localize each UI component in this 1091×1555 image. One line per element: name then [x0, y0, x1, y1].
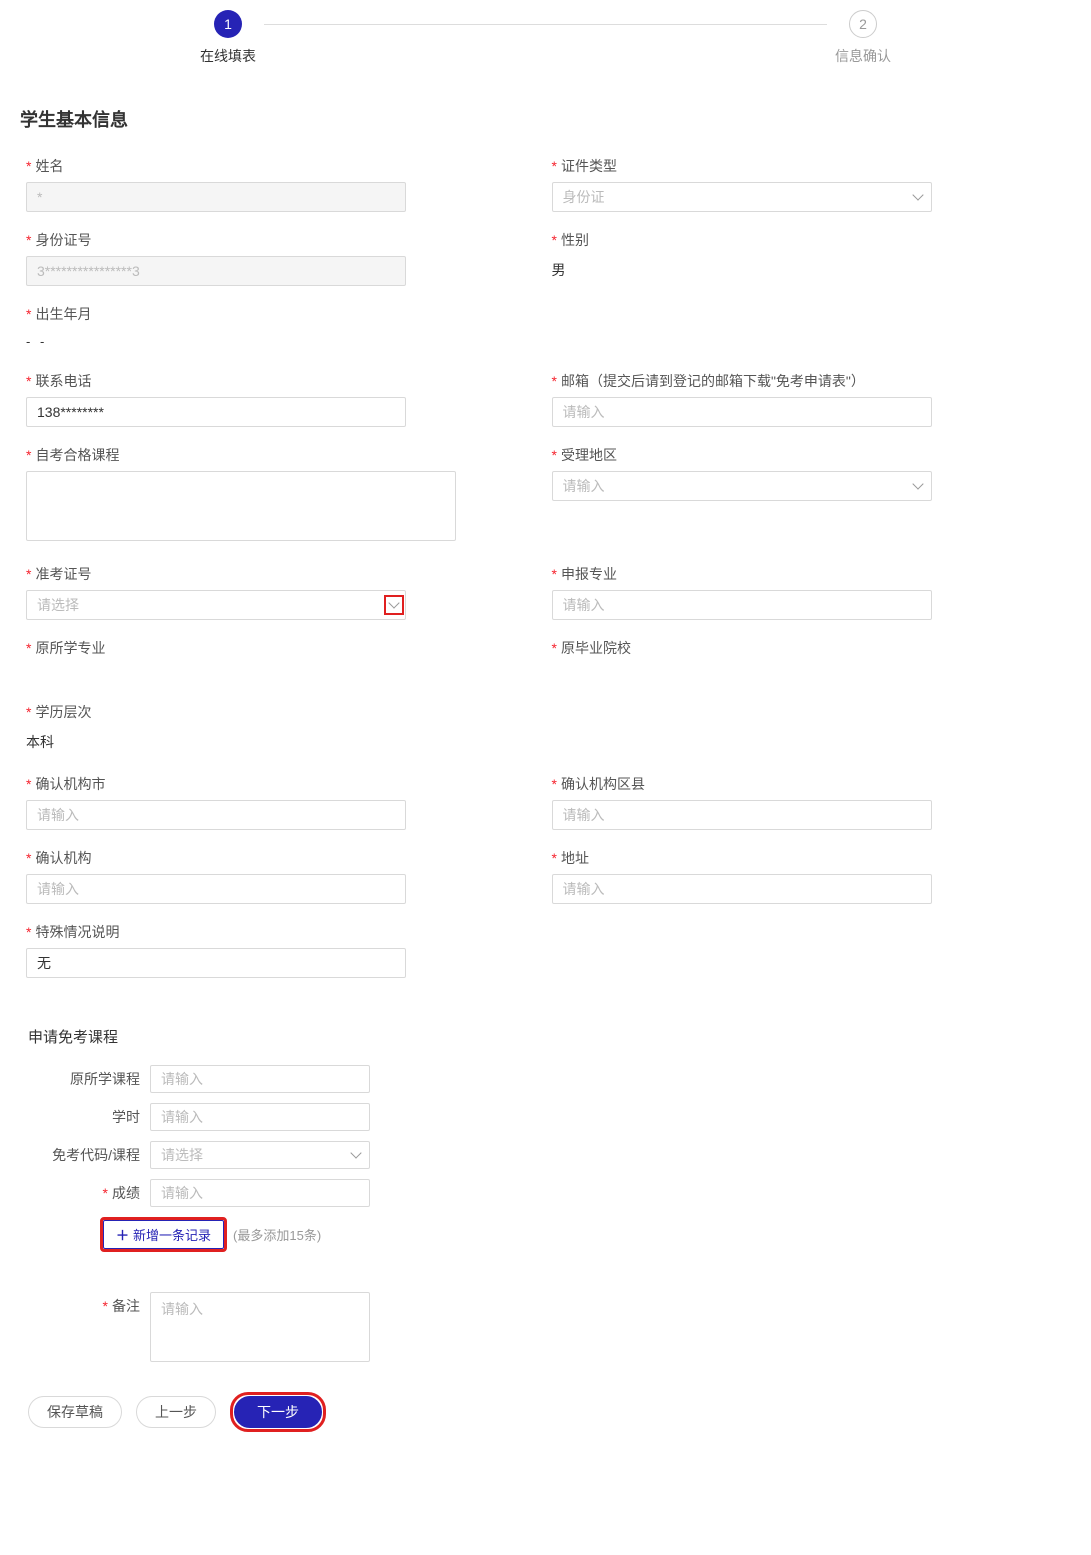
- dob-value: - -: [26, 330, 406, 353]
- confirm-city-label: 确认机构市: [26, 774, 540, 794]
- email-input[interactable]: [552, 397, 932, 427]
- score-label: 成绩: [20, 1183, 150, 1203]
- gender-value: 男: [552, 256, 1066, 284]
- phone-input[interactable]: [26, 397, 406, 427]
- orig-course-label: 原所学课程: [20, 1069, 150, 1089]
- step-2: 2 信息确认: [835, 10, 891, 66]
- address-input[interactable]: [552, 874, 932, 904]
- step-2-circle: 2: [849, 10, 877, 38]
- step-1-label: 在线填表: [200, 46, 256, 66]
- hours-input[interactable]: [150, 1103, 370, 1131]
- add-record-label: 新增一条记录: [133, 1225, 211, 1244]
- steps-bar: 1 在线填表 2 信息确认: [20, 10, 1071, 66]
- ticket-label: 准考证号: [26, 564, 540, 584]
- cert-type-select[interactable]: [552, 182, 932, 212]
- add-limit-text: (最多添加15条): [233, 1225, 321, 1244]
- step-1-circle: 1: [214, 10, 242, 38]
- special-input[interactable]: [26, 948, 406, 978]
- phone-label: 联系电话: [26, 371, 540, 391]
- gender-label: 性别: [552, 230, 1066, 250]
- prev-step-button[interactable]: 上一步: [136, 1396, 216, 1428]
- exempt-code-label: 免考代码/课程: [20, 1145, 150, 1165]
- special-label: 特殊情况说明: [26, 922, 540, 942]
- exempt-code-select[interactable]: [150, 1141, 370, 1169]
- ticket-select[interactable]: [26, 590, 406, 620]
- confirm-org-label: 确认机构: [26, 848, 540, 868]
- dob-label: 出生年月: [26, 304, 540, 324]
- orig-course-input[interactable]: [150, 1065, 370, 1093]
- edu-level-value: 本科: [26, 728, 540, 756]
- apply-major-label: 申报专业: [552, 564, 1066, 584]
- address-label: 地址: [552, 848, 1066, 868]
- apply-major-input[interactable]: [552, 590, 932, 620]
- save-draft-button[interactable]: 保存草稿: [28, 1396, 122, 1428]
- hours-label: 学时: [20, 1107, 150, 1127]
- course-section-title: 申请免考课程: [20, 1026, 1071, 1047]
- next-step-button[interactable]: 下一步: [234, 1396, 322, 1428]
- step-2-label: 信息确认: [835, 46, 891, 66]
- region-select[interactable]: [552, 471, 932, 501]
- name-input: [26, 182, 406, 212]
- cert-type-label: 证件类型: [552, 156, 1066, 176]
- confirm-city-input[interactable]: [26, 800, 406, 830]
- step-line: [264, 24, 827, 25]
- region-label: 受理地区: [552, 445, 1066, 465]
- add-record-button[interactable]: ＋ 新增一条记录: [103, 1220, 224, 1249]
- pass-course-textarea[interactable]: [26, 471, 456, 541]
- section-title: 学生基本信息: [20, 106, 1071, 132]
- pass-course-label: 自考合格课程: [26, 445, 540, 465]
- confirm-district-label: 确认机构区县: [552, 774, 1066, 794]
- plus-icon: ＋: [116, 1225, 129, 1244]
- score-input[interactable]: [150, 1179, 370, 1207]
- orig-school-label: 原毕业院校: [552, 638, 1066, 658]
- confirm-org-input[interactable]: [26, 874, 406, 904]
- idcard-input: [26, 256, 406, 286]
- orig-major-label: 原所学专业: [26, 638, 540, 658]
- confirm-district-input[interactable]: [552, 800, 932, 830]
- idcard-label: 身份证号: [26, 230, 540, 250]
- remark-textarea[interactable]: [150, 1292, 370, 1362]
- remark-label: 备注: [20, 1292, 150, 1362]
- name-label: 姓名: [26, 156, 540, 176]
- email-label: 邮箱（提交后请到登记的邮箱下载"免考申请表"）: [552, 371, 1066, 391]
- step-1: 1 在线填表: [200, 10, 256, 66]
- edu-level-label: 学历层次: [26, 702, 540, 722]
